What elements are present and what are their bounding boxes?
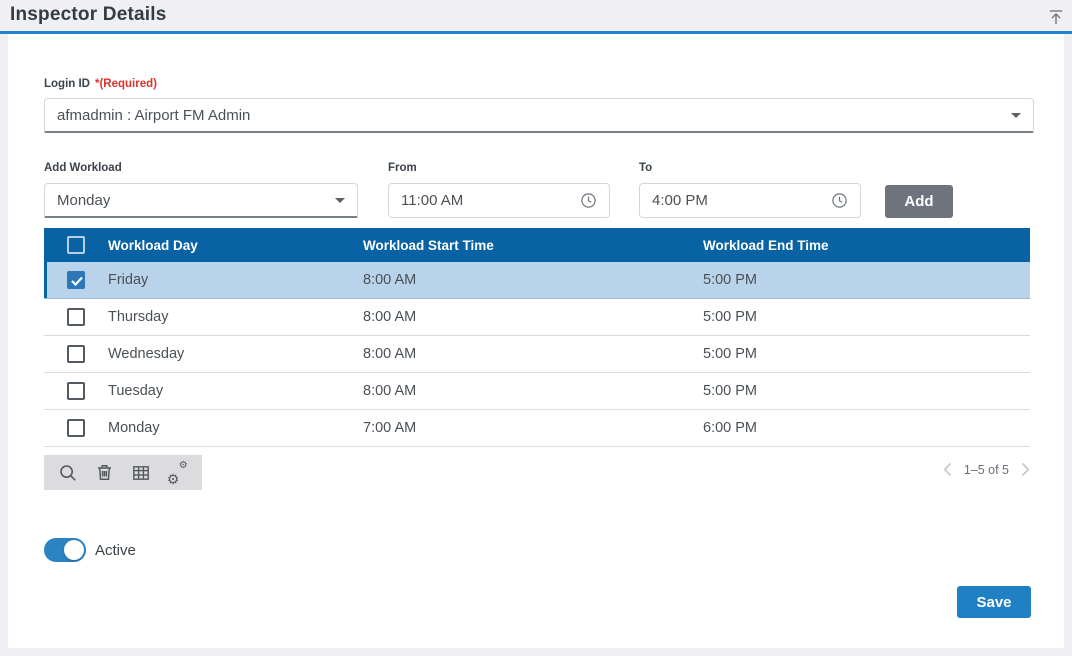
row-checkbox-cell [44, 345, 108, 363]
row-checkbox[interactable] [67, 382, 85, 400]
pagination: 1–5 of 5 [943, 462, 1030, 477]
cell-workload-day: Thursday [108, 309, 363, 325]
clock-icon[interactable] [580, 192, 597, 209]
clock-icon[interactable] [831, 192, 848, 209]
workload-table: Workload Day Workload Start Time Workloa… [44, 228, 1030, 447]
from-time-input[interactable]: 11:00 AM [388, 183, 610, 218]
search-icon[interactable] [56, 461, 80, 485]
from-label: From [388, 162, 417, 174]
row-checkbox[interactable] [67, 419, 85, 437]
cell-workload-day: Monday [108, 420, 363, 436]
title-bar: Inspector Details [0, 0, 1072, 31]
add-button[interactable]: Add [885, 185, 953, 218]
column-header-day: Workload Day [108, 238, 363, 253]
cell-workload-start-time: 8:00 AM [363, 346, 703, 362]
cell-workload-day: Tuesday [108, 383, 363, 399]
login-id-label-text: Login ID [44, 78, 90, 90]
cell-workload-day: Friday [108, 272, 363, 288]
row-checkbox-cell [44, 271, 108, 289]
cell-workload-end-time: 5:00 PM [703, 272, 1030, 288]
cell-workload-start-time: 7:00 AM [363, 420, 703, 436]
table-row[interactable]: Friday 8:00 AM 5:00 PM [44, 262, 1030, 299]
select-all-checkbox[interactable] [67, 236, 85, 254]
cell-workload-end-time: 5:00 PM [703, 309, 1030, 325]
workload-day-select[interactable]: Monday [44, 183, 358, 218]
table-row[interactable]: Wednesday 8:00 AM 5:00 PM [44, 336, 1030, 373]
row-checkbox[interactable] [67, 271, 85, 289]
column-header-end: Workload End Time [703, 238, 1030, 253]
page-title: Inspector Details [10, 4, 167, 26]
workload-table-body: Friday 8:00 AM 5:00 PM Thursday 8:00 AM … [44, 262, 1030, 447]
to-label: To [639, 162, 652, 174]
save-button[interactable]: Save [957, 586, 1031, 618]
row-checkbox-cell [44, 308, 108, 326]
active-toggle[interactable] [44, 538, 86, 562]
cell-workload-start-time: 8:00 AM [363, 272, 703, 288]
cell-workload-end-time: 5:00 PM [703, 383, 1030, 399]
to-time-value: 4:00 PM [652, 192, 708, 209]
row-checkbox[interactable] [67, 308, 85, 326]
cell-workload-day: Wednesday [108, 346, 363, 362]
toggle-knob [64, 540, 84, 560]
collapse-to-top-icon[interactable] [1046, 7, 1066, 27]
login-id-label: Login ID *(Required) [44, 78, 157, 90]
trash-icon[interactable] [93, 461, 117, 485]
cell-workload-start-time: 8:00 AM [363, 309, 703, 325]
login-id-value: afmadmin : Airport FM Admin [57, 107, 250, 124]
active-toggle-row: Active [44, 538, 136, 562]
inspector-details-panel: Login ID *(Required) afmadmin : Airport F… [8, 34, 1064, 648]
table-row[interactable]: Monday 7:00 AM 6:00 PM [44, 410, 1030, 447]
cell-workload-end-time: 6:00 PM [703, 420, 1030, 436]
table-row[interactable]: Thursday 8:00 AM 5:00 PM [44, 299, 1030, 336]
previous-page-icon[interactable] [943, 462, 952, 477]
required-note: *(Required) [95, 78, 157, 90]
add-workload-label: Add Workload [44, 162, 122, 174]
chevron-down-icon [1011, 113, 1021, 118]
cell-workload-start-time: 8:00 AM [363, 383, 703, 399]
row-checkbox-cell [44, 419, 108, 437]
chevron-down-icon [335, 198, 345, 203]
login-id-select[interactable]: afmadmin : Airport FM Admin [44, 98, 1034, 133]
grid-toolbar: ⚙⚙ [44, 455, 202, 490]
row-checkbox[interactable] [67, 345, 85, 363]
grid-icon[interactable] [129, 461, 153, 485]
table-row[interactable]: Tuesday 8:00 AM 5:00 PM [44, 373, 1030, 410]
pagination-text: 1–5 of 5 [964, 463, 1009, 477]
from-time-value: 11:00 AM [401, 192, 463, 209]
row-checkbox-cell [44, 382, 108, 400]
cell-workload-end-time: 5:00 PM [703, 346, 1030, 362]
active-toggle-label: Active [95, 542, 136, 559]
column-header-start: Workload Start Time [363, 238, 703, 253]
header-checkbox-cell [44, 236, 108, 254]
to-time-input[interactable]: 4:00 PM [639, 183, 861, 218]
cogs-icon[interactable]: ⚙⚙ [166, 461, 190, 485]
workload-table-header: Workload Day Workload Start Time Workloa… [44, 228, 1030, 262]
workload-day-value: Monday [57, 192, 110, 209]
next-page-icon[interactable] [1021, 462, 1030, 477]
